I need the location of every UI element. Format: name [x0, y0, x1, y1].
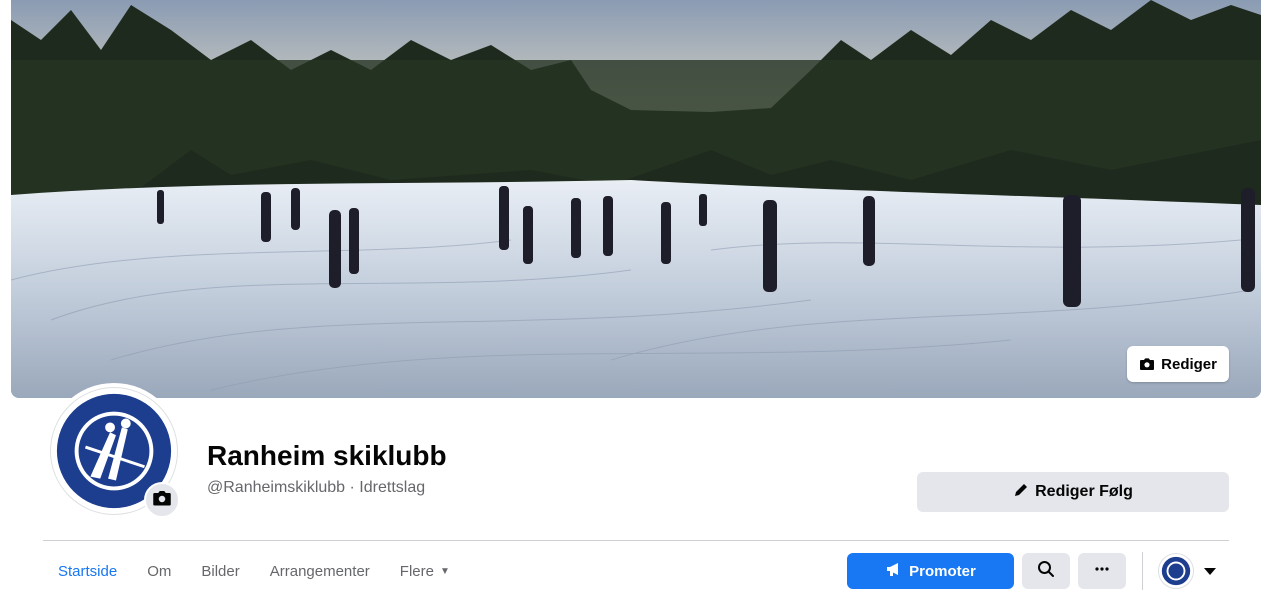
caret-down-icon [1204, 567, 1216, 575]
camera-icon [1139, 356, 1155, 372]
page-tabs: Startside Om Bilder Arrangementer Flere ▼ [43, 552, 465, 590]
camera-icon [152, 488, 172, 513]
more-icon [1093, 560, 1111, 583]
caret-down-icon: ▼ [439, 565, 450, 577]
edit-cover-button[interactable]: Rediger [1127, 346, 1229, 382]
tab-om[interactable]: Om [132, 552, 186, 590]
tab-flere[interactable]: Flere ▼ [385, 552, 465, 590]
megaphone-icon [885, 560, 903, 582]
tab-label: Bilder [201, 562, 240, 580]
search-button[interactable] [1022, 553, 1070, 589]
tab-label: Startside [58, 562, 118, 580]
more-button[interactable] [1078, 553, 1126, 589]
header-divider [43, 540, 1229, 541]
tab-bilder[interactable]: Bilder [186, 552, 254, 590]
tab-label: Arrangementer [269, 562, 370, 580]
cover-image [11, 0, 1261, 398]
profile-avatar[interactable] [46, 383, 182, 519]
promote-button[interactable]: Promoter [847, 553, 1014, 589]
tab-label: Flere [399, 562, 434, 580]
page-title: Ranheim skiklubb [207, 440, 447, 471]
promote-label: Promoter [909, 562, 976, 580]
page-subtitle: @Ranheimskiklubb · Idrettslag [207, 479, 426, 496]
cover-photo[interactable]: Rediger [11, 0, 1261, 398]
edit-follow-label: Rediger Følg [1035, 483, 1133, 500]
pencil-icon [1013, 482, 1029, 503]
edit-cover-label: Rediger [1161, 355, 1217, 373]
avatar-camera-button[interactable] [144, 482, 180, 518]
toolbar-separator [1142, 552, 1143, 590]
search-icon [1037, 560, 1055, 583]
account-avatar [1158, 553, 1194, 589]
tab-arrangementer[interactable]: Arrangementer [255, 552, 385, 590]
edit-follow-button[interactable]: Rediger Følg [917, 472, 1229, 512]
page-header: Rediger Ranheim skiklubb @Ranheimskiklub… [0, 0, 1276, 598]
account-switcher[interactable] [1158, 553, 1222, 589]
tab-label: Om [147, 562, 172, 580]
tab-startside[interactable]: Startside [43, 552, 132, 590]
